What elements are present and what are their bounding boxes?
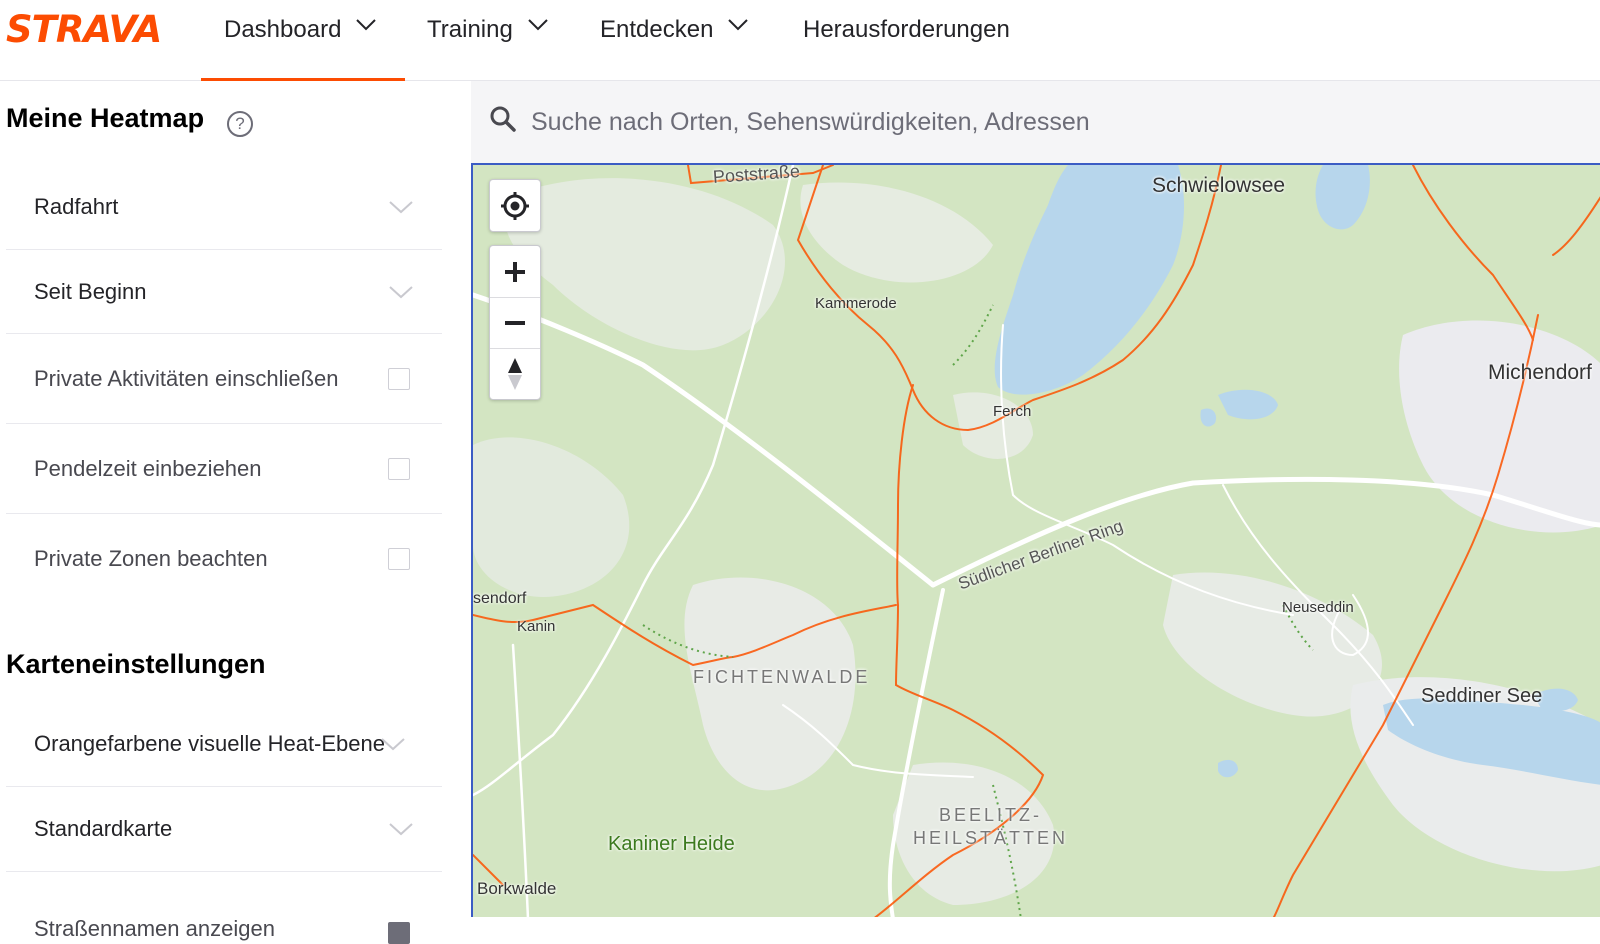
label-neuseddin: Neuseddin — [1282, 599, 1354, 616]
label-ferch: Ferch — [993, 403, 1032, 420]
nav-entdecken-label: Entdecken — [600, 16, 714, 43]
heat-layer-select[interactable]: Orangefarbene visuelle Heat-Ebene — [6, 702, 442, 787]
zoom-in-button[interactable] — [490, 246, 540, 297]
label-borkwalde: Borkwalde — [477, 879, 557, 898]
top-navigation: STRAVA Dashboard Training Entdecken Hera… — [0, 0, 1600, 81]
nav-entdecken[interactable]: Entdecken — [600, 0, 749, 80]
strava-logo[interactable]: STRAVA — [6, 8, 162, 51]
locate-control — [489, 179, 541, 232]
zoom-control — [489, 245, 541, 400]
label-kanin: Kanin — [517, 618, 556, 635]
activity-type-label: Radfahrt — [34, 194, 119, 219]
chevron-down-icon — [728, 19, 749, 31]
street-names-label: Straßennamen anzeigen — [34, 916, 275, 941]
heatmap-map[interactable]: Poststraße Schwielowsee Kammerode Michen… — [471, 163, 1600, 917]
label-heilstaetten: HEILSTÄTTEN — [913, 828, 1069, 848]
search-input[interactable] — [531, 99, 1581, 145]
chevron-down-icon — [389, 201, 413, 214]
private-activities-checkbox[interactable] — [388, 367, 410, 390]
heatmap-sidebar: Meine Heatmap ? Radfahrt Seit Beginn Pri… — [0, 81, 470, 944]
map-search-bar — [471, 81, 1600, 163]
label-sendorf: sendorf — [473, 590, 527, 607]
map-style-select[interactable]: Standardkarte — [6, 787, 442, 872]
search-icon — [490, 106, 516, 132]
chevron-down-icon — [381, 738, 405, 751]
crosshair-icon — [501, 191, 529, 220]
nav-herausforderungen-label: Herausforderungen — [803, 16, 1010, 43]
private-activities-option[interactable]: Private Aktivitäten einschließen — [6, 334, 442, 424]
commute-label: Pendelzeit einbeziehen — [34, 455, 262, 481]
help-icon[interactable]: ? — [227, 111, 253, 137]
compass-button[interactable] — [490, 348, 540, 399]
nav-training-label: Training — [427, 16, 513, 43]
private-zones-label: Private Zonen beachten — [34, 546, 268, 571]
activity-type-select[interactable]: Radfahrt — [6, 165, 442, 250]
street-names-checkbox[interactable] — [388, 922, 410, 944]
chevron-down-icon — [356, 19, 377, 31]
label-beelitz: BEELITZ- — [939, 805, 1043, 825]
time-range-select[interactable]: Seit Beginn — [6, 250, 442, 334]
private-zones-option[interactable]: Private Zonen beachten — [6, 514, 442, 604]
label-fichtenwalde: FICHTENWALDE — [693, 667, 871, 687]
commute-checkbox[interactable] — [388, 457, 410, 480]
label-kaniner-heide: Kaniner Heide — [608, 833, 735, 855]
nav-herausforderungen[interactable]: Herausforderungen — [803, 0, 1010, 80]
chevron-down-icon — [389, 823, 413, 836]
compass-icon — [508, 358, 522, 390]
time-range-label: Seit Beginn — [34, 278, 147, 304]
street-names-option[interactable]: Straßennamen anzeigen — [6, 872, 442, 944]
label-kammerode: Kammerode — [815, 295, 897, 312]
chevron-down-icon — [528, 19, 548, 31]
nav-training[interactable]: Training — [427, 0, 549, 80]
nav-dashboard-label: Dashboard — [224, 16, 342, 43]
heatmap-title: Meine Heatmap — [6, 103, 205, 133]
label-schwielowsee: Schwielowsee — [1152, 174, 1286, 197]
chevron-down-icon — [389, 285, 413, 298]
nav-dashboard[interactable]: Dashboard — [201, 0, 405, 81]
map-settings-title: Karteneinstellungen — [6, 649, 266, 679]
zoom-out-button[interactable] — [490, 297, 540, 348]
private-zones-checkbox[interactable] — [388, 548, 410, 570]
heat-layer-label: Orangefarbene visuelle Heat-Ebene — [34, 731, 386, 756]
label-seddiner-see: Seddiner See — [1421, 685, 1543, 707]
label-michendorf: Michendorf — [1488, 361, 1592, 384]
minus-icon — [505, 321, 525, 325]
plus-icon — [505, 261, 525, 282]
locate-button[interactable] — [490, 180, 540, 231]
private-activities-label: Private Aktivitäten einschließen — [34, 365, 339, 391]
commute-option[interactable]: Pendelzeit einbeziehen — [6, 424, 442, 514]
map-style-label: Standardkarte — [34, 816, 173, 841]
